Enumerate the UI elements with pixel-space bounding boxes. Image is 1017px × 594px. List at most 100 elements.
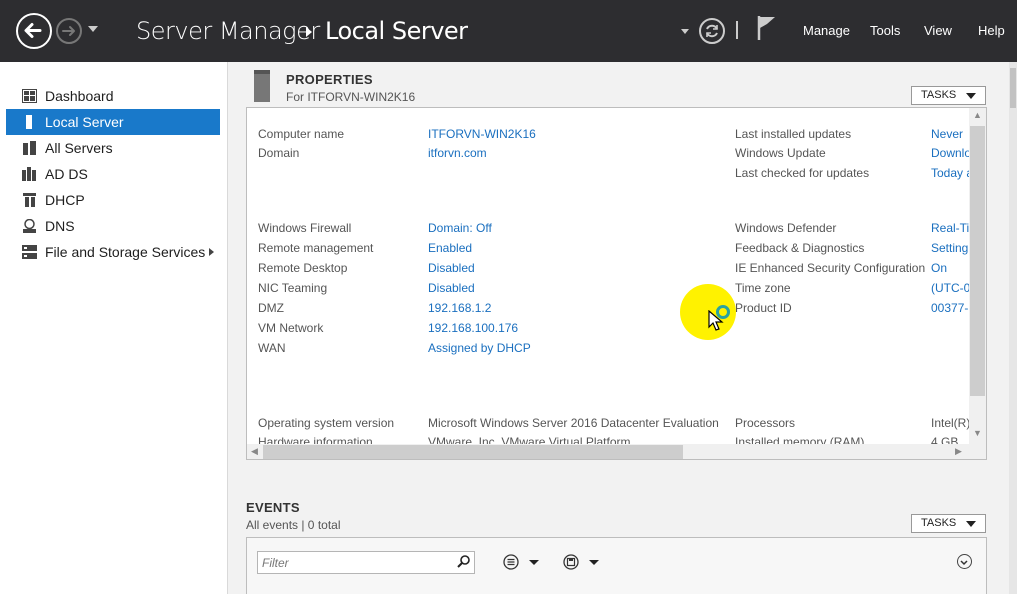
- property-value: Microsoft Windows Server 2016 Datacenter…: [428, 416, 719, 430]
- property-value-link[interactable]: 00377-: [931, 301, 968, 315]
- property-label: VM Network: [258, 321, 324, 335]
- property-value-link[interactable]: Enabled: [428, 241, 472, 255]
- property-value-link[interactable]: Real-Ti: [931, 221, 969, 235]
- property-value-link[interactable]: itforvn.com: [428, 146, 487, 160]
- property-label: DMZ: [258, 301, 284, 315]
- sidebar-item-ad-ds[interactable]: AD DS: [6, 161, 220, 187]
- properties-horizontal-scrollbar[interactable]: ◀ ▶: [247, 444, 986, 459]
- property-label: Last installed updates: [735, 127, 852, 141]
- refresh-button[interactable]: [699, 18, 725, 44]
- sidebar-item-label: Local Server: [45, 114, 124, 130]
- sidebar-item-file-storage[interactable]: File and Storage Services: [6, 239, 220, 265]
- property-value-link[interactable]: (UTC-0: [931, 281, 970, 295]
- properties-vertical-scrollbar[interactable]: ▲ ▼: [969, 108, 986, 444]
- sidebar-item-label: File and Storage Services: [45, 244, 206, 260]
- property-value-link[interactable]: Setting: [931, 241, 968, 255]
- mouse-pointer-icon: [708, 310, 724, 331]
- history-dropdown-icon[interactable]: [88, 26, 98, 32]
- property-value-link[interactable]: Disabled: [428, 261, 475, 275]
- refresh-dropdown-icon[interactable]: [681, 29, 689, 34]
- menu-help[interactable]: Help: [978, 23, 1005, 38]
- servers-icon: [23, 141, 36, 155]
- property-value-link[interactable]: Disabled: [428, 281, 475, 295]
- chevron-down-icon: [960, 560, 968, 566]
- property-value-link[interactable]: Today a: [931, 166, 973, 180]
- refresh-icon: [706, 24, 718, 38]
- events-title: EVENTS: [246, 500, 300, 515]
- ad-ds-icon: [22, 167, 36, 181]
- tasks-label: TASKS: [921, 89, 957, 101]
- property-label: Last checked for updates: [735, 166, 870, 180]
- property-value-link[interactable]: Downlo: [931, 146, 971, 160]
- list-options-button[interactable]: [503, 554, 543, 570]
- property-value-link[interactable]: 192.168.1.2: [428, 301, 491, 315]
- scrollbar-thumb[interactable]: [970, 126, 985, 396]
- properties-panel: Computer name ITFORVN-WIN2K16 Domain itf…: [246, 107, 987, 460]
- chevron-right-icon[interactable]: [209, 248, 214, 256]
- forward-button[interactable]: [56, 18, 82, 44]
- filter-input[interactable]: Filter: [257, 551, 475, 574]
- property-label: Remote management: [258, 241, 374, 255]
- sidebar-item-label: All Servers: [45, 140, 113, 156]
- breadcrumb-current-page: Local Server: [325, 17, 468, 45]
- property-value-link[interactable]: 192.168.100.176: [428, 321, 518, 335]
- property-label: Time zone: [735, 281, 791, 295]
- property-value-link[interactable]: ITFORVN-WIN2K16: [428, 127, 536, 141]
- sidebar-item-label: Dashboard: [45, 88, 114, 104]
- property-label: Operating system version: [258, 416, 395, 430]
- property-value-link[interactable]: Assigned by DHCP: [428, 341, 531, 355]
- chevron-up-icon[interactable]: ▲: [973, 110, 982, 120]
- chevron-right-icon[interactable]: ▶: [955, 446, 962, 457]
- properties-title: PROPERTIES: [286, 72, 373, 87]
- sidebar-item-dns[interactable]: DNS: [6, 213, 220, 239]
- server-properties-icon: [254, 70, 270, 102]
- sidebar-item-label: AD DS: [45, 166, 88, 182]
- server-icon: [26, 115, 32, 129]
- menu-manage[interactable]: Manage: [803, 23, 850, 38]
- sidebar-item-local-server[interactable]: Local Server: [6, 109, 220, 135]
- property-label: Computer name: [258, 127, 345, 141]
- sidebar-item-label: DNS: [45, 218, 75, 234]
- scrollbar-thumb[interactable]: [263, 445, 683, 459]
- property-value-link[interactable]: Domain: Off: [428, 221, 492, 235]
- property-label: Windows Firewall: [258, 221, 352, 235]
- menu-view[interactable]: View: [924, 23, 952, 38]
- property-label: Feedback & Diagnostics: [735, 241, 865, 255]
- properties-tasks-button[interactable]: TASKS: [911, 86, 986, 105]
- menu-tools[interactable]: Tools: [870, 23, 900, 38]
- sidebar-item-all-servers[interactable]: All Servers: [6, 135, 220, 161]
- chevron-down-icon: [966, 93, 976, 99]
- save-query-button[interactable]: [563, 554, 603, 570]
- property-label: Domain: [258, 146, 300, 160]
- property-label: Remote Desktop: [258, 261, 348, 275]
- notifications-flag-icon[interactable]: [756, 14, 778, 42]
- property-label: Processors: [735, 416, 796, 430]
- events-subtitle: All events | 0 total: [246, 518, 341, 532]
- sidebar-item-label: DHCP: [45, 192, 85, 208]
- file-storage-icon: [22, 245, 37, 259]
- arrow-left-icon: [24, 23, 42, 38]
- breadcrumb-app-title[interactable]: Server Manager: [136, 17, 320, 45]
- property-label: WAN: [258, 341, 286, 355]
- events-tasks-button[interactable]: TASKS: [911, 514, 986, 533]
- title-bar: Server Manager Local Server Manage Tools…: [0, 0, 1017, 62]
- sidebar: Dashboard Local Server All Servers AD DS…: [0, 62, 228, 594]
- arrow-right-icon: [62, 26, 75, 36]
- chevron-down-icon: [966, 521, 976, 527]
- back-button[interactable]: [16, 13, 52, 49]
- search-icon[interactable]: [457, 554, 471, 568]
- property-label: NIC Teaming: [258, 281, 328, 295]
- properties-subtitle: For ITFORVN-WIN2K16: [286, 90, 416, 104]
- property-label: Product ID: [735, 301, 792, 315]
- expand-button[interactable]: [957, 554, 972, 569]
- sidebar-item-dhcp[interactable]: DHCP: [6, 187, 220, 213]
- property-value-link[interactable]: On: [931, 261, 947, 275]
- property-value: Intel(R): [931, 416, 971, 430]
- sidebar-item-dashboard[interactable]: Dashboard: [6, 83, 220, 109]
- main-vertical-scrollbar[interactable]: [1009, 62, 1017, 594]
- chevron-down-icon[interactable]: ▼: [973, 428, 982, 438]
- toolbar-divider: [736, 21, 738, 39]
- tasks-label: TASKS: [921, 517, 957, 529]
- chevron-left-icon[interactable]: ◀: [251, 446, 258, 457]
- property-value-link[interactable]: Never: [931, 127, 963, 141]
